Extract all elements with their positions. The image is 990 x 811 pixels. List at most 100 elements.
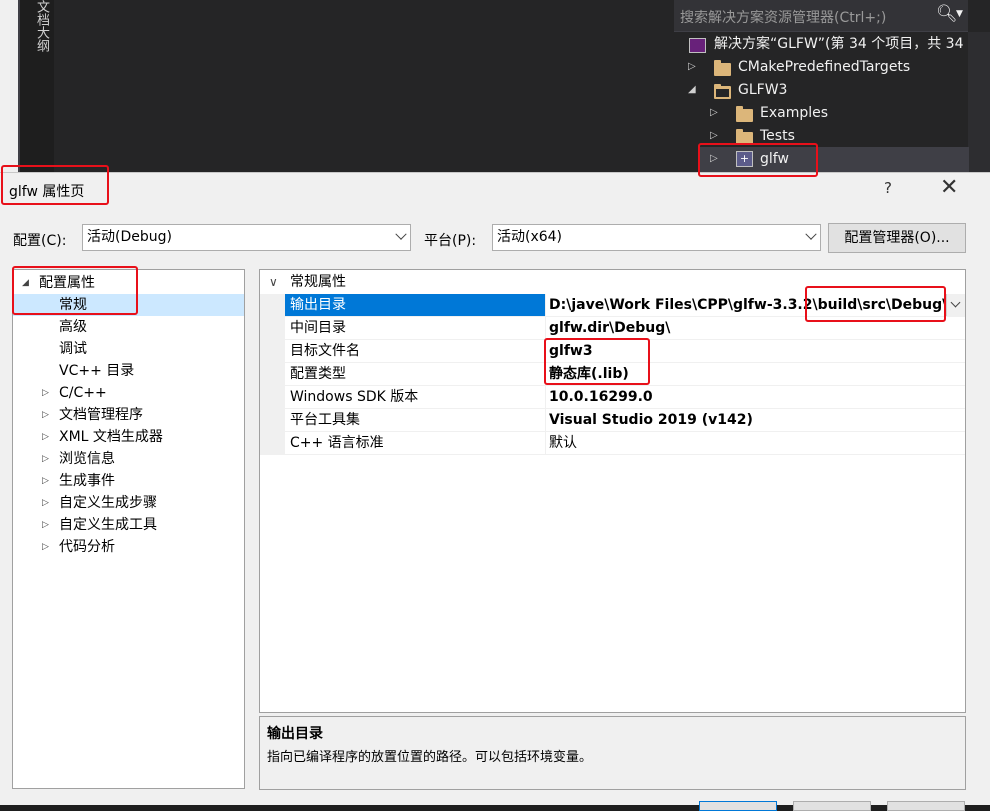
grid-section-header[interactable]: ∨ 常规属性 <box>260 270 965 294</box>
tree-item-label: VC++ 目录 <box>59 363 135 379</box>
apply-button[interactable] <box>887 801 965 811</box>
prop-row-windows-sdk[interactable]: Windows SDK 版本 10.0.16299.0 <box>260 386 965 409</box>
prop-value[interactable]: 静态库(.lib) <box>546 363 965 386</box>
tree-item-custom-build-tool[interactable]: ▷ 自定义生成工具 <box>13 514 244 536</box>
explorer-scrollbar[interactable] <box>968 32 990 172</box>
expand-arrow-icon[interactable]: ▷ <box>42 426 49 448</box>
expand-arrow-icon[interactable]: ▷ <box>42 492 49 514</box>
prop-value-text: D:\jave\Work Files\CPP\glfw-3.3.2\build\… <box>549 297 948 313</box>
tree-item-glfw[interactable]: glfw <box>760 148 789 171</box>
tree-item-glfw3[interactable]: GLFW3 <box>738 79 787 102</box>
config-select[interactable]: 活动(Debug) <box>82 224 411 251</box>
tree-item-label: 自定义生成步骤 <box>59 495 157 511</box>
row-gutter <box>260 432 285 455</box>
cancel-button[interactable] <box>793 801 871 811</box>
solution-node[interactable]: 解决方案“GLFW”(第 34 个项目，共 34 <box>714 33 964 56</box>
platform-select[interactable]: 活动(x64) <box>492 224 821 251</box>
tree-item-examples[interactable]: Examples <box>760 102 828 125</box>
close-icon[interactable]: ✕ <box>940 175 958 200</box>
tree-item-label: 调试 <box>59 341 87 357</box>
document-outline-tab[interactable]: 文档大纲 <box>28 0 54 80</box>
expand-arrow-icon[interactable]: ▷ <box>710 153 718 164</box>
tree-root-config-properties[interactable]: ◢ 配置属性 <box>13 272 244 294</box>
chevron-down-icon[interactable]: ∨ <box>269 270 278 294</box>
tree-item-label: C/C++ <box>59 385 107 401</box>
chevron-down-icon <box>395 228 407 240</box>
tree-item-build-events[interactable]: ▷ 生成事件 <box>13 470 244 492</box>
chevron-down-icon[interactable]: ▼ <box>956 9 963 19</box>
prop-name: 配置类型 <box>285 363 546 386</box>
collapse-arrow-icon[interactable]: ◢ <box>688 84 696 95</box>
prop-name: Windows SDK 版本 <box>285 386 546 409</box>
chevron-down-icon <box>950 297 961 308</box>
expand-arrow-icon[interactable]: ▷ <box>42 382 49 404</box>
tree-item-label: 生成事件 <box>59 473 115 489</box>
property-pages-dialog: glfw 属性页 ? ✕ 配置(C): 活动(Debug) 平台(P): 活动(… <box>0 172 990 811</box>
tree-root-label: 配置属性 <box>39 275 95 291</box>
description-title: 输出目录 <box>267 726 323 742</box>
prop-row-intermediate-dir[interactable]: 中间目录 glfw.dir\Debug\ <box>260 317 965 340</box>
platform-label: 平台(P): <box>424 233 477 249</box>
prop-value[interactable]: 默认 <box>546 432 965 455</box>
tree-item-advanced[interactable]: 高级 <box>13 316 244 338</box>
config-select-value: 活动(Debug) <box>87 229 172 245</box>
prop-value[interactable]: glfw.dir\Debug\ <box>546 317 965 340</box>
expand-arrow-icon[interactable]: ▷ <box>42 448 49 470</box>
tree-item-code-analysis[interactable]: ▷ 代码分析 <box>13 536 244 558</box>
folder-icon <box>736 106 753 122</box>
tree-item-label: 高级 <box>59 319 87 335</box>
expand-arrow-icon[interactable]: ▷ <box>688 61 696 72</box>
expand-arrow-icon[interactable]: ▷ <box>42 514 49 536</box>
tree-item-tests[interactable]: Tests <box>760 125 795 148</box>
prop-row-cpp-standard[interactable]: C++ 语言标准 默认 <box>260 432 965 455</box>
row-gutter <box>260 409 285 432</box>
tree-item-custom-build-step[interactable]: ▷ 自定义生成步骤 <box>13 492 244 514</box>
editor-area <box>54 0 674 172</box>
prop-value[interactable]: 10.0.16299.0 <box>546 386 965 409</box>
solution-explorer-search[interactable]: 搜索解决方案资源管理器(Ctrl+;) 🔍︎ ▼ <box>674 0 968 32</box>
row-gutter <box>260 386 285 409</box>
tree-item-vc-directories[interactable]: VC++ 目录 <box>13 360 244 382</box>
prop-name: C++ 语言标准 <box>285 432 546 455</box>
collapse-arrow-icon[interactable]: ◢ <box>22 272 29 294</box>
tree-item-xml-doc-generator[interactable]: ▷ XML 文档生成器 <box>13 426 244 448</box>
tree-item-label: 文档管理程序 <box>59 407 143 423</box>
tree-item-c-cpp[interactable]: ▷ C/C++ <box>13 382 244 404</box>
prop-name: 输出目录 <box>285 294 546 317</box>
row-gutter <box>260 340 285 363</box>
cpp-project-icon: + <box>736 151 753 167</box>
tree-item-cmakepredefinedtargets[interactable]: CMakePredefinedTargets <box>738 56 910 79</box>
prop-value[interactable]: Visual Studio 2019 (v142) <box>546 409 965 432</box>
expand-arrow-icon[interactable]: ▷ <box>42 404 49 426</box>
prop-row-config-type[interactable]: 配置类型 静态库(.lib) <box>260 363 965 386</box>
tree-item-doc-manager[interactable]: ▷ 文档管理程序 <box>13 404 244 426</box>
expand-arrow-icon[interactable]: ▷ <box>42 536 49 558</box>
search-icon[interactable]: 🔍︎ <box>936 4 958 24</box>
search-placeholder: 搜索解决方案资源管理器(Ctrl+;) <box>680 10 887 26</box>
expand-arrow-icon[interactable]: ▷ <box>710 107 718 118</box>
value-dropdown-button[interactable] <box>946 294 965 316</box>
tree-item-label: XML 文档生成器 <box>59 429 163 445</box>
prop-name: 目标文件名 <box>285 340 546 363</box>
tree-item-debugging[interactable]: 调试 <box>13 338 244 360</box>
description-panel: 输出目录 指向已编译程序的放置位置的路径。可以包括环境变量。 <box>259 716 966 790</box>
platform-select-value: 活动(x64) <box>497 229 563 245</box>
prop-row-platform-toolset[interactable]: 平台工具集 Visual Studio 2019 (v142) <box>260 409 965 432</box>
prop-row-target-name[interactable]: 目标文件名 glfw3 <box>260 340 965 363</box>
tree-item-label: 自定义生成工具 <box>59 517 157 533</box>
expand-arrow-icon[interactable]: ▷ <box>710 130 718 141</box>
config-manager-button[interactable]: 配置管理器(O)... <box>828 223 966 253</box>
tree-item-general[interactable]: 常规 <box>13 294 244 316</box>
property-tree: ◢ 配置属性 常规 高级 调试 VC++ 目录 ▷ C/C++ ▷ 文档管理程序… <box>12 269 245 789</box>
expand-arrow-icon[interactable]: ▷ <box>42 470 49 492</box>
tree-item-browse-info[interactable]: ▷ 浏览信息 <box>13 448 244 470</box>
tab-divider <box>18 0 20 172</box>
help-button[interactable]: ? <box>884 179 892 197</box>
prop-row-output-dir[interactable]: 输出目录 D:\jave\Work Files\CPP\glfw-3.3.2\b… <box>260 294 965 317</box>
ok-button[interactable] <box>699 801 777 811</box>
prop-value[interactable]: glfw3 <box>546 340 965 363</box>
tree-item-label: 代码分析 <box>59 539 115 555</box>
row-gutter <box>260 363 285 386</box>
solution-icon <box>689 38 706 53</box>
prop-value-output-dir[interactable]: D:\jave\Work Files\CPP\glfw-3.3.2\build\… <box>546 294 965 317</box>
